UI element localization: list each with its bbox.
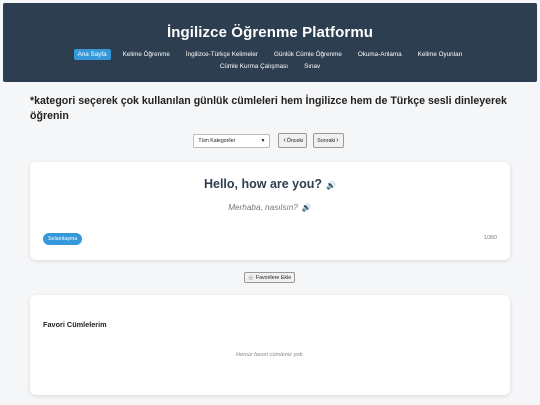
main-nav: Ana Sayfa Kelime Öğrenme İngilizce-Türkç… — [3, 49, 537, 73]
nav-sentence-building[interactable]: Cümle Kurma Çalışması — [216, 61, 292, 72]
nav-row-2: Cümle Kurma Çalışması Sınav — [3, 61, 537, 72]
favorites-title: Favori Cümlelerim — [43, 320, 107, 329]
nav-english-turkish-words[interactable]: İngilizce-Türkçe Kelimeler — [182, 49, 262, 60]
chevron-right-icon: › — [336, 137, 339, 144]
english-sentence: Hello, how are you? — [203, 177, 323, 191]
favorites-empty-text: Henüz favori cümleniz yok. — [236, 352, 304, 358]
next-button[interactable]: Sonraki › — [313, 133, 344, 148]
nav-home[interactable]: Ana Sayfa — [73, 49, 111, 60]
add-favorite-button[interactable]: ☆ Favorilere Ekle — [244, 272, 296, 283]
chevron-left-icon: ‹ — [283, 137, 286, 144]
speaker-icon[interactable]: 🔊 — [302, 203, 312, 212]
nav-daily-sentences[interactable]: Günlük Cümle Öğrenme — [270, 49, 346, 60]
previous-button-label: Önceki — [286, 137, 304, 144]
category-select-value: Tüm Kategoriler — [198, 137, 236, 144]
page-heading: *kategori seçerek çok kullanılan günlük … — [30, 95, 507, 122]
next-button-label: Sonraki — [317, 137, 336, 144]
turkish-sentence: Merhaba, nasılsın? — [228, 203, 298, 212]
category-badge: Selamlaşma — [43, 233, 83, 245]
nav-word-games[interactable]: Kelime Oyunları — [414, 49, 467, 60]
turkish-sentence-row: Merhaba, nasılsın? 🔊 — [30, 203, 510, 212]
nav-word-learning[interactable]: Kelime Öğrenme — [119, 49, 174, 60]
add-favorite-label: Favorilere Ekle — [255, 274, 292, 281]
category-select[interactable]: Tüm Kategoriler ▼ — [193, 133, 271, 148]
speaker-icon[interactable]: 🔊 — [326, 181, 336, 190]
nav-row-1: Ana Sayfa Kelime Öğrenme İngilizce-Türkç… — [3, 49, 537, 60]
star-icon: ☆ — [248, 274, 254, 282]
nav-reading[interactable]: Okuma-Anlama — [354, 49, 406, 60]
site-title: İngilizce Öğrenme Platformu — [166, 24, 374, 41]
site-header: İngilizce Öğrenme Platformu Ana Sayfa Ke… — [3, 3, 537, 82]
english-sentence-row: Hello, how are you? 🔊 — [30, 177, 510, 191]
chevron-down-icon: ▼ — [260, 137, 266, 144]
sentence-card: Hello, how are you? 🔊 Merhaba, nasılsın? 🔊… — [30, 162, 510, 260]
previous-button[interactable]: ‹ Önceki — [278, 133, 308, 148]
sentence-counter: 1/360 — [483, 235, 497, 241]
nav-exam[interactable]: Sınav — [300, 61, 324, 72]
sentence-controls: Tüm Kategoriler ▼ ‹ Önceki Sonraki › — [0, 133, 540, 148]
favorites-panel: Favori Cümlelerim Henüz favori cümleniz … — [30, 295, 510, 395]
